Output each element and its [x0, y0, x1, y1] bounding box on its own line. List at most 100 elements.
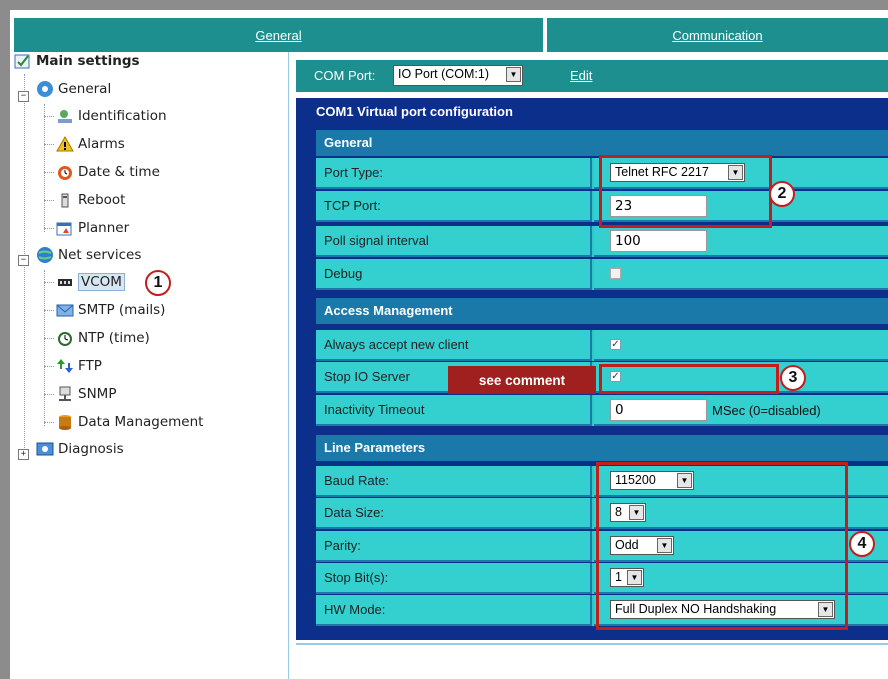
input-value: 0	[615, 402, 624, 418]
tree-connector	[44, 338, 54, 339]
collapse-icon[interactable]: −	[18, 255, 29, 266]
tree-connector	[44, 394, 54, 395]
expand-icon[interactable]: +	[18, 449, 29, 460]
annotation-box-2	[599, 155, 772, 228]
tree-connector	[44, 422, 54, 423]
always-accept-checkbox[interactable]: ✓	[610, 339, 621, 350]
clock-icon	[56, 163, 74, 181]
row-label-cell: HW Mode:	[316, 595, 592, 626]
tree-item-planner[interactable]: Planner	[56, 219, 129, 237]
row-label-cell: Poll signal interval	[316, 226, 592, 257]
section-access-management: Access Management	[316, 298, 888, 324]
tree-connector	[44, 116, 54, 117]
chevron-down-icon[interactable]: ▼	[506, 67, 521, 82]
annotation-box-3	[599, 364, 779, 394]
tree-item-smtp[interactable]: SMTP (mails)	[56, 301, 165, 319]
com-port-select[interactable]: IO Port (COM:1) ▼	[393, 65, 523, 86]
tree-item-data-management[interactable]: Data Management	[56, 413, 203, 431]
tree-label: Alarms	[78, 136, 125, 152]
section-title: Access Management	[324, 303, 453, 318]
tree-main-settings[interactable]: Main settings	[14, 52, 140, 70]
ftp-icon	[56, 357, 74, 375]
tree-connector	[44, 366, 54, 367]
edit-link[interactable]: Edit	[570, 68, 592, 83]
window-border-top	[0, 0, 888, 10]
tab-general[interactable]: General	[14, 18, 543, 52]
sidebar-tree: Main settings − General Identification A…	[14, 52, 289, 679]
tree-label: Data Management	[78, 414, 204, 430]
tree-connector	[44, 228, 54, 229]
row-label-cell: Stop Bit(s):	[316, 563, 592, 594]
tree-item-date-time[interactable]: Date & time	[56, 163, 160, 181]
row-value-cell: 0 MSec (0=disabled)	[594, 395, 888, 426]
tree-item-identification[interactable]: Identification	[56, 107, 167, 125]
row-label-cell: TCP Port:	[316, 191, 592, 222]
ntp-clock-icon	[56, 329, 74, 347]
field-label: Poll signal interval	[324, 233, 429, 248]
content-divider	[296, 643, 888, 645]
identification-icon	[56, 107, 74, 125]
callout-4: 4	[849, 531, 875, 557]
tree-label: Reboot	[78, 192, 126, 208]
database-icon	[56, 413, 74, 431]
row-debug: Debug	[316, 259, 888, 290]
field-label: Stop IO Server	[324, 369, 410, 384]
tree-item-vcom[interactable]: VCOM	[56, 273, 125, 291]
tree-label: SNMP	[78, 386, 117, 402]
section-line-parameters: Line Parameters	[316, 435, 888, 461]
field-label: TCP Port:	[324, 198, 381, 213]
com-port-label: COM Port:	[314, 68, 376, 83]
field-label: Port Type:	[324, 165, 384, 180]
tree-general[interactable]: General	[36, 80, 111, 98]
debug-checkbox[interactable]	[610, 268, 621, 279]
tree-item-ntp[interactable]: NTP (time)	[56, 329, 150, 347]
tree-item-ftp[interactable]: FTP	[56, 357, 102, 375]
tree-connector	[44, 270, 45, 426]
inactivity-unit: MSec (0=disabled)	[712, 403, 821, 418]
row-label-cell: Debug	[316, 259, 592, 290]
tree-item-alarms[interactable]: Alarms	[56, 135, 125, 153]
tree-label: Diagnosis	[58, 441, 124, 457]
diagnosis-icon	[36, 440, 54, 458]
collapse-icon[interactable]: −	[18, 91, 29, 102]
section-general: General	[316, 130, 888, 156]
tree-label: General	[58, 81, 112, 97]
tree-item-snmp[interactable]: SNMP	[56, 385, 116, 403]
input-value: 100	[615, 233, 641, 249]
callout-3: 3	[780, 365, 806, 391]
field-label: Inactivity Timeout	[324, 402, 425, 417]
tree-diagnosis[interactable]: Diagnosis	[36, 440, 124, 458]
tree-label-selected: VCOM	[78, 273, 125, 291]
callout-2: 2	[769, 181, 795, 207]
tree-item-reboot[interactable]: Reboot	[56, 191, 125, 209]
com-port-bar: COM Port: IO Port (COM:1) ▼ Edit	[296, 60, 888, 92]
field-label: Always accept new client	[324, 337, 469, 352]
row-label-cell: Baud Rate:	[316, 466, 592, 497]
globe-icon	[36, 246, 54, 264]
tree-label: Main settings	[36, 53, 140, 69]
planner-icon	[56, 219, 74, 237]
app-window: General Communication Main settings − Ge…	[0, 0, 888, 679]
mail-icon	[56, 301, 74, 319]
tree-label: NTP (time)	[78, 330, 150, 346]
tree-label: SMTP (mails)	[78, 302, 166, 318]
gear-globe-icon	[36, 80, 54, 98]
inactivity-timeout-input[interactable]: 0	[610, 399, 707, 421]
poll-interval-input[interactable]: 100	[610, 230, 707, 252]
warning-icon	[56, 135, 74, 153]
row-label-cell: Always accept new client	[316, 330, 592, 361]
tree-net-services[interactable]: Net services	[36, 246, 141, 264]
section-title: General	[324, 135, 373, 150]
field-label: HW Mode:	[324, 602, 386, 617]
field-label: Baud Rate:	[324, 473, 390, 488]
com-port-value: IO Port (COM:1)	[398, 67, 489, 81]
top-tab-bar: General Communication	[14, 18, 888, 52]
tree-label: Planner	[78, 220, 130, 236]
snmp-icon	[56, 385, 74, 403]
field-label: Parity:	[324, 538, 361, 553]
annotation-box-4	[596, 462, 848, 630]
row-inactivity-timeout: Inactivity Timeout 0 MSec (0=disabled)	[316, 395, 888, 426]
tree-connector	[44, 282, 54, 283]
tree-label: FTP	[78, 358, 102, 374]
tab-communication[interactable]: Communication	[547, 18, 888, 52]
